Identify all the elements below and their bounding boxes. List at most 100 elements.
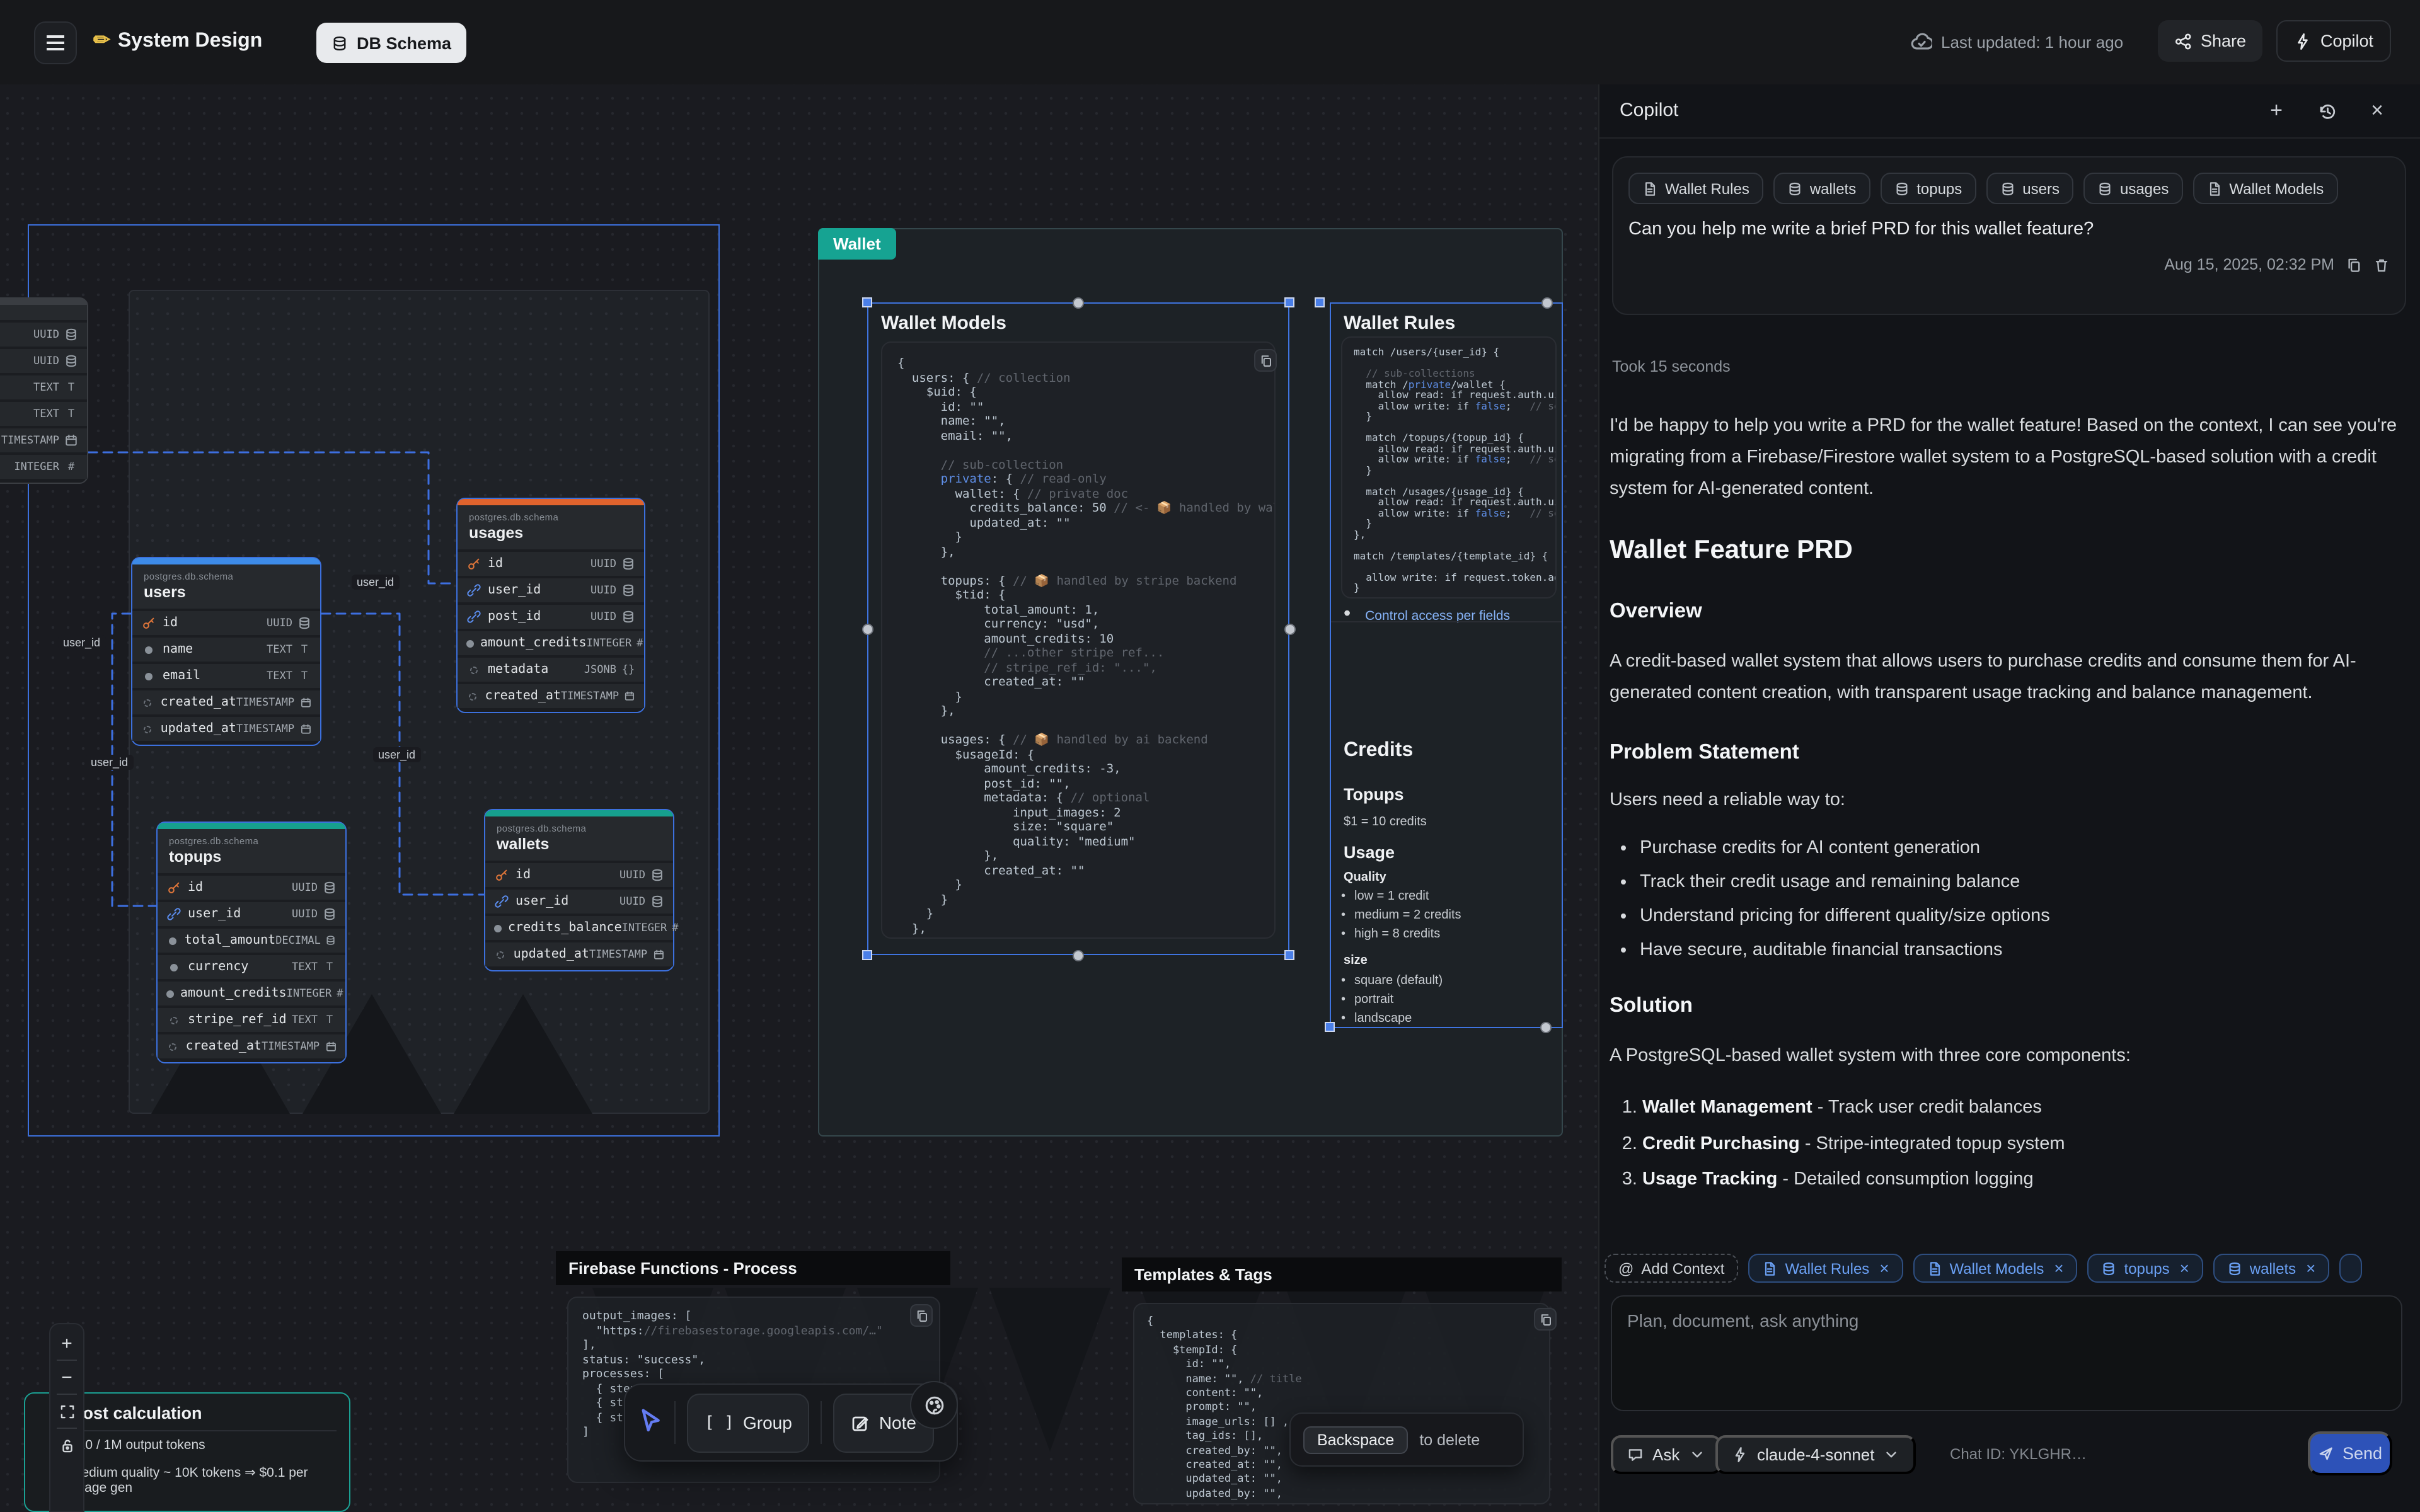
mode-dropdown[interactable]: Ask <box>1611 1435 1721 1474</box>
context-chip-partial[interactable] <box>2339 1254 2362 1283</box>
context-chip-wallets[interactable]: wallets <box>1773 173 1870 204</box>
context-chip-topups[interactable]: topups <box>1880 173 1976 204</box>
table-row[interactable]: user_idUUID <box>158 902 345 926</box>
copy-icon[interactable] <box>2346 256 2362 273</box>
table-offscreen[interactable]: UUIDUUIDTEXTTTEXTTTIMESTAMPINTEGER# <box>0 297 88 484</box>
menu-button[interactable] <box>34 21 77 64</box>
lock-button[interactable] <box>50 1429 83 1462</box>
table-row[interactable]: total_amountDECIMAL <box>158 929 345 953</box>
panel-wallet-models[interactable]: Wallet Models { users: { // collection $… <box>867 302 1289 955</box>
zoom-out-button[interactable]: − <box>50 1361 83 1394</box>
model-dropdown[interactable]: claude-4-sonnet <box>1715 1435 1916 1474</box>
table-usages[interactable]: postgres.db.schemausages idUUIDuser_idUUI… <box>456 498 645 713</box>
table-row[interactable]: idUUID <box>132 611 320 635</box>
resize-handle[interactable] <box>1073 297 1084 309</box>
table-row[interactable]: created_atTIMESTAMP <box>132 690 320 714</box>
table-row[interactable]: stripe_ref_idTEXTT <box>158 1008 345 1032</box>
table-row[interactable]: UUID <box>0 349 87 373</box>
table-row[interactable]: nameTEXTT <box>132 638 320 662</box>
context-chip-wallet-rules[interactable]: Wallet Rules× <box>1748 1254 1903 1283</box>
resize-handle[interactable] <box>1541 297 1553 309</box>
panel-wallet-rules[interactable]: Wallet Rules match /users/{user_id} { //… <box>1330 302 1563 1028</box>
templates-code[interactable]: { templates: { $tempId: { id: "", name: … <box>1133 1303 1550 1504</box>
zoom-controls: + − <box>49 1323 84 1512</box>
context-chip-wallet-rules[interactable]: Wallet Rules <box>1628 173 1763 204</box>
copy-icon[interactable] <box>1254 349 1277 372</box>
context-chip-wallet-models[interactable]: Wallet Models× <box>1913 1254 2078 1283</box>
resize-handle[interactable] <box>1325 1022 1335 1032</box>
table-header[interactable]: postgres.db.schemausers <box>132 564 320 609</box>
select-cursor-icon[interactable] <box>638 1407 663 1438</box>
table-row[interactable]: idUUID <box>158 876 345 900</box>
table-header[interactable]: postgres.db.schemausages <box>458 505 644 549</box>
remove-chip-icon[interactable]: × <box>2180 1259 2189 1278</box>
resize-handle[interactable] <box>1073 950 1084 961</box>
table-header[interactable]: postgres.db.schematopups <box>158 829 345 873</box>
tab-db-schema[interactable]: DB Schema <box>316 23 466 63</box>
copy-icon[interactable] <box>910 1304 933 1327</box>
prompt-input[interactable] <box>1611 1295 2402 1411</box>
diagram-canvas[interactable]: Wallet user_id user_id user_id user_id U… <box>0 0 1598 1512</box>
table-row[interactable]: metadataJSONB{} <box>458 658 644 682</box>
table-row[interactable]: post_idUUID <box>458 605 644 629</box>
send-button[interactable]: Send <box>2308 1431 2392 1475</box>
table-row[interactable]: idUUID <box>458 552 644 576</box>
wallet-rules-code[interactable]: match /users/{user_id} { // sub-collecti… <box>1341 336 1557 598</box>
resize-handle[interactable] <box>862 950 872 960</box>
zoom-in-button[interactable]: + <box>50 1327 83 1360</box>
table-row[interactable]: UUID <box>0 323 87 346</box>
table-row[interactable]: user_idUUID <box>458 578 644 602</box>
wallet-models-code[interactable]: { users: { // collection $uid: { id: "" … <box>881 341 1276 939</box>
style-palette-button[interactable] <box>910 1381 958 1429</box>
close-button[interactable]: × <box>2366 100 2388 122</box>
table-users[interactable]: postgres.db.schemausersidUUID nameTEXTTem… <box>131 557 321 746</box>
copilot-button[interactable]: Copilot <box>2276 20 2391 62</box>
table-row[interactable]: created_atTIMESTAMP <box>158 1034 345 1058</box>
text-type-icon: T <box>297 670 311 682</box>
context-chip-wallets[interactable]: wallets× <box>2213 1254 2330 1283</box>
resize-handle[interactable] <box>862 297 872 307</box>
table-row[interactable]: emailTEXTT <box>132 664 320 688</box>
table-row[interactable]: updated_atTIMESTAMP <box>485 942 673 966</box>
add-context-button[interactable]: @Add Context <box>1605 1254 1738 1283</box>
remove-chip-icon[interactable]: × <box>2306 1259 2315 1278</box>
resize-handle[interactable] <box>1284 297 1294 307</box>
trash-icon[interactable] <box>2373 256 2390 273</box>
table-header[interactable] <box>0 305 87 320</box>
table-topups[interactable]: postgres.db.schematopups idUUIDuser_idUUI… <box>156 822 347 1063</box>
resize-handle[interactable] <box>862 624 873 635</box>
table-row[interactable]: credits_balanceINTEGER# <box>485 916 673 940</box>
share-button[interactable]: Share <box>2158 20 2262 62</box>
group-button[interactable]: [ ] Group <box>687 1393 810 1452</box>
context-chip-usages[interactable]: usages <box>2083 173 2182 204</box>
table-row[interactable]: TEXTT <box>0 375 87 399</box>
context-chip-users[interactable]: users <box>1986 173 2073 204</box>
context-chip-topups[interactable]: topups× <box>2088 1254 2203 1283</box>
table-row[interactable]: INTEGER# <box>0 455 87 479</box>
table-row[interactable]: created_atTIMESTAMP <box>458 684 644 708</box>
history-button[interactable] <box>2315 100 2338 122</box>
table-header[interactable]: postgres.db.schemawallets <box>485 816 673 861</box>
panel-title: Firebase Functions - Process <box>556 1251 950 1285</box>
resize-handle[interactable] <box>1284 950 1294 960</box>
new-chat-button[interactable]: + <box>2265 100 2288 122</box>
table-row[interactable]: TEXTT <box>0 402 87 426</box>
table-row[interactable]: updated_atTIMESTAMP <box>132 717 320 741</box>
table-row[interactable]: currencyTEXTT <box>158 955 345 979</box>
resize-handle[interactable] <box>1284 624 1296 635</box>
resize-handle[interactable] <box>1315 297 1325 307</box>
table-row[interactable]: amount_creditsINTEGER# <box>158 982 345 1005</box>
copy-icon[interactable] <box>1534 1308 1557 1331</box>
remove-chip-icon[interactable]: × <box>2054 1259 2063 1278</box>
note-pencil-icon <box>851 1413 870 1432</box>
resize-handle[interactable] <box>1540 1022 1552 1033</box>
table-row[interactable]: idUUID <box>485 863 673 887</box>
remove-chip-icon[interactable]: × <box>1879 1259 1889 1278</box>
table-row[interactable]: TIMESTAMP <box>0 428 87 452</box>
table-row[interactable]: amount_creditsINTEGER# <box>458 631 644 655</box>
table-wallets[interactable]: postgres.db.schemawalletsidUUID user_idUU… <box>484 809 674 971</box>
context-chip-wallet-models[interactable]: Wallet Models <box>2192 173 2337 204</box>
required-field-icon <box>466 636 474 650</box>
fit-view-button[interactable] <box>50 1395 83 1428</box>
table-row[interactable]: user_idUUID <box>485 890 673 914</box>
